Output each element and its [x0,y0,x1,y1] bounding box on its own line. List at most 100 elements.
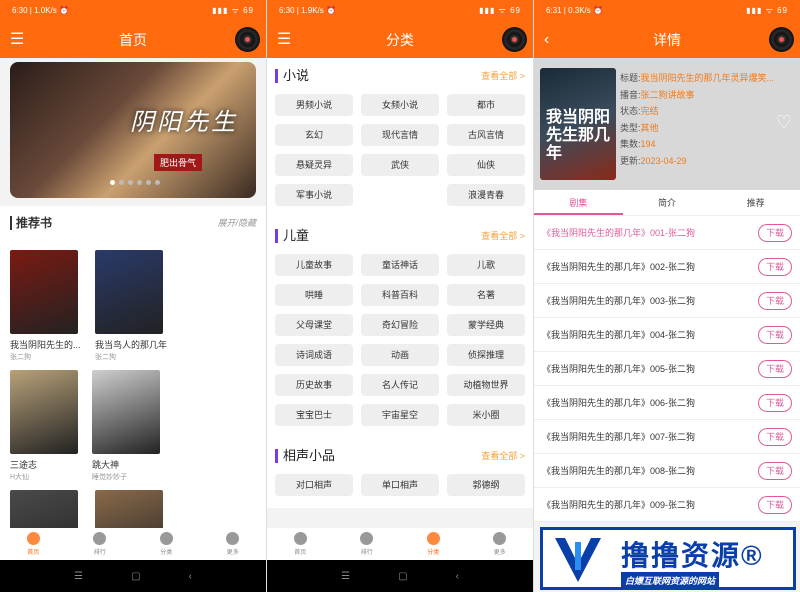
detail-panel: 我当阴阳先生那几年 标题:我当阴阳先生的那几年灵异爆笑... 播音:张二狗讲故事状… [534,58,800,190]
bottom-tab-bar: 首页 排行 分类 更多 [267,528,533,560]
category-chip[interactable]: 哄睡 [275,284,353,306]
back-icon[interactable]: ‹ [456,571,459,582]
view-all-link[interactable]: 查看全部 > [481,66,525,86]
header: 6:30 | 1.9K/s ⏰ ▮▮▮ ᯤ 69 ☰ 分类 [267,0,533,58]
category-chip[interactable]: 军事小说 [275,184,353,206]
category-chip[interactable]: 都市 [447,94,525,116]
download-button[interactable]: 下载 [758,326,792,344]
menu-icon[interactable]: ☰ [10,22,24,58]
home-icon[interactable]: ▢ [131,571,140,582]
category-chip[interactable]: 女频小说 [361,94,439,116]
chip-grid: 儿童故事 童话神话 儿歌哄睡 科普百科 名著父母课堂 奇幻冒险 蒙学经典诗词成语 动画 侦探推理… [275,254,525,434]
category-section: 小说 查看全部 > 男频小说 女频小说 都市 玄幻 现代言情 古风言情 悬疑灵异 武侠 仙侠 军事小说… [267,58,533,218]
category-chip[interactable]: 蒙学经典 [447,314,525,336]
tab-1[interactable]: 排行 [67,528,134,560]
home-icon[interactable]: ▢ [398,571,407,582]
info-key: 类型: [620,122,641,133]
recents-icon[interactable]: ☰ [74,571,83,582]
tab-2[interactable]: 推荐 [711,190,800,215]
category-chip[interactable]: 动画 [361,344,439,366]
category-chip[interactable]: 男频小说 [275,94,353,116]
category-chip[interactable]: 名人传记 [361,374,439,396]
tab-1[interactable]: 排行 [334,528,401,560]
tab-0[interactable]: 剧集 [534,190,623,215]
back-arrow-icon[interactable]: ‹ [544,22,549,58]
category-chip[interactable]: 奇幻冒险 [361,314,439,336]
episode-row[interactable]: 《我当阴阳先生的那几年》005-张二狗 下载 [534,352,800,386]
book-name: 我当阴阳先生的... [10,340,81,350]
episode-row[interactable]: 《我当阴阳先生的那几年》006-张二狗 下载 [534,386,800,420]
tab-0[interactable]: 首页 [0,528,67,560]
episode-row[interactable]: 《我当阴阳先生的那几年》009-张二狗 下载 [534,488,800,522]
tab-2[interactable]: 分类 [400,528,467,560]
download-button[interactable]: 下载 [758,394,792,412]
book-cover [10,370,78,454]
category-chip[interactable]: 玄幻 [275,124,353,146]
category-chip[interactable]: 悬疑灵异 [275,154,353,176]
category-chip[interactable]: 宇宙星空 [361,404,439,426]
recents-icon[interactable]: ☰ [341,571,350,582]
category-chip[interactable]: 动植物世界 [447,374,525,396]
category-chip[interactable]: 仙侠 [447,154,525,176]
download-button[interactable]: 下载 [758,428,792,446]
tab-icon [293,532,307,545]
category-chip[interactable]: 童话神话 [361,254,439,276]
category-chip[interactable]: 诗词成语 [275,344,353,366]
category-chip[interactable]: 米小圈 [447,404,525,426]
episode-row[interactable]: 《我当阴阳先生的那几年》001-张二狗 下载 [534,216,800,250]
category-chip[interactable]: 郭德纲 [447,474,525,496]
category-title: 儿童 [283,228,310,243]
category-chip[interactable]: 父母课堂 [275,314,353,336]
category-chip[interactable]: 单口相声 [361,474,439,496]
back-icon[interactable]: ‹ [189,571,192,582]
info-row: 更新:2023-04-29 [620,153,774,170]
vinyl-disc-icon[interactable] [235,27,260,52]
book-author: 张二狗 [10,354,31,361]
book-item[interactable]: 我当阴阳先生的... 张二狗 [10,250,92,362]
download-button[interactable]: 下载 [758,224,792,242]
tab-3[interactable]: 更多 [467,528,534,560]
category-chip[interactable]: 名著 [447,284,525,306]
book-item[interactable]: 跳大神 睡觉妙妙子 [92,370,174,482]
vinyl-disc-icon[interactable] [502,27,527,52]
banner-dots [108,172,162,190]
info-value: 其他 [640,122,659,133]
category-chip[interactable]: 现代言情 [361,124,439,146]
category-chip[interactable]: 侦探推理 [447,344,525,366]
category-chip[interactable]: 宝宝巴士 [275,404,353,426]
view-all-link[interactable]: 查看全部 > [481,226,525,246]
category-chip[interactable]: 古风言情 [447,124,525,146]
category-chip[interactable]: 儿歌 [447,254,525,276]
banner[interactable]: 阴阳先生 肥出骨气 [10,62,256,198]
category-chip[interactable]: 历史故事 [275,374,353,396]
view-all-link[interactable]: 查看全部 > [481,446,525,466]
category-list: 小说 查看全部 > 男频小说 女频小说 都市 玄幻 现代言情 古风言情 悬疑灵异 武侠 仙侠 军事小说… [267,58,533,508]
heart-icon[interactable]: ♡ [776,112,792,133]
toggle-link[interactable]: 展开/隐藏 [217,216,256,230]
vinyl-disc-icon[interactable] [769,27,794,52]
category-chip[interactable]: 儿童故事 [275,254,353,276]
download-button[interactable]: 下载 [758,258,792,276]
category-chip[interactable]: 武侠 [361,154,439,176]
tab-3[interactable]: 更多 [200,528,267,560]
category-chip[interactable]: 对口相声 [275,474,353,496]
download-button[interactable]: 下载 [758,360,792,378]
episode-row[interactable]: 《我当阴阳先生的那几年》003-张二狗 下载 [534,284,800,318]
episode-row[interactable]: 《我当阴阳先生的那几年》007-张二狗 下载 [534,420,800,454]
episode-row[interactable]: 《我当阴阳先生的那几年》008-张二狗 下载 [534,454,800,488]
menu-icon[interactable]: ☰ [277,22,291,58]
episode-row[interactable]: 《我当阴阳先生的那几年》002-张二狗 下载 [534,250,800,284]
download-button[interactable]: 下载 [758,462,792,480]
tab-2[interactable]: 分类 [133,528,200,560]
info-list: 标题:我当阴阳先生的那几年灵异爆笑... 播音:张二狗讲故事 状态:完结 类型:其他集… [620,70,774,169]
tab-1[interactable]: 简介 [623,190,712,215]
book-item[interactable]: 我当鸟人的那几年 张二狗 [95,250,177,362]
book-item[interactable]: 三途志 H大仙 [10,370,92,482]
episode-row[interactable]: 《我当阴阳先生的那几年》004-张二狗 下载 [534,318,800,352]
download-button[interactable]: 下载 [758,292,792,310]
category-chip[interactable]: 科普百科 [361,284,439,306]
cover-text: 我当阴阳先生那几年 [546,107,611,162]
category-chip[interactable]: 浪漫青春 [447,184,525,206]
tab-0[interactable]: 首页 [267,528,334,560]
download-button[interactable]: 下载 [758,496,792,514]
